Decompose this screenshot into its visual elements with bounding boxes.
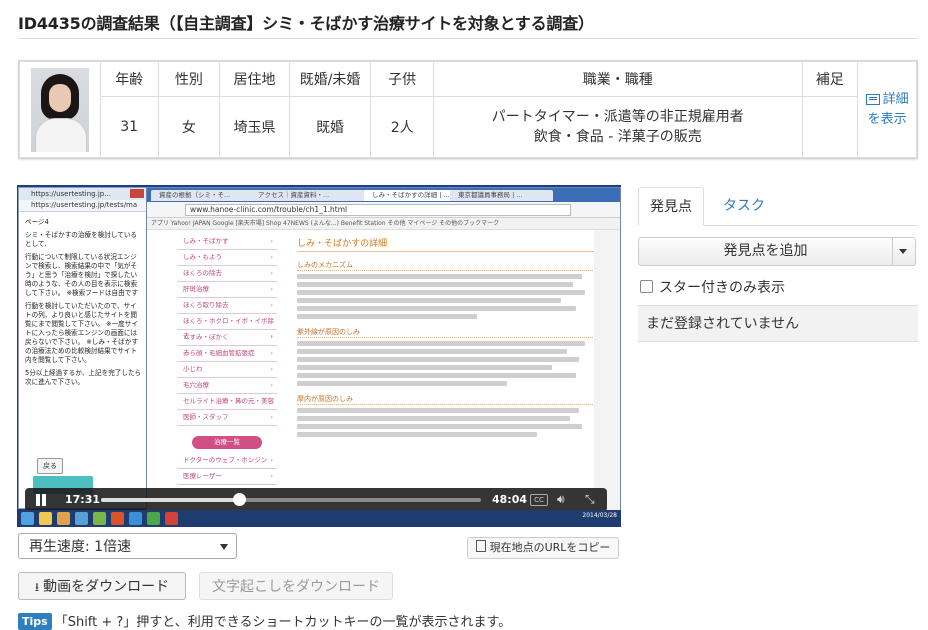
profile-age: 31 <box>99 96 159 158</box>
tips-line: Tips 「Shift + ?」押すと、利用できるショートカットキーの一覧が表示さ… <box>18 611 511 630</box>
recorded-taskbar: 2014/03/28 <box>17 510 621 527</box>
captions-button[interactable]: CC <box>530 494 548 506</box>
avatar <box>30 67 89 152</box>
copy-icon <box>475 540 486 552</box>
header-note: 補足 <box>801 61 859 97</box>
tips-badge: Tips <box>18 613 52 630</box>
starred-only-checkbox[interactable]: スター付きのみ表示 <box>640 277 785 297</box>
tester-profile: 年齢 性別 居住地 既婚/未婚 子供 職業・職種 補足 詳細 を表示 31 女 … <box>18 60 918 159</box>
profile-residence: 埼玉県 <box>219 96 290 158</box>
tab-findings[interactable]: 発見点 <box>638 187 704 226</box>
download-video-button[interactable]: ⭳ 動画をダウンロード <box>18 572 186 600</box>
video-player[interactable]: https://usertesting.jp... https://userte… <box>17 185 621 527</box>
tab-tasks[interactable]: タスク <box>718 187 770 225</box>
copy-url-button[interactable]: 現在地点のURLをコピー <box>467 537 619 559</box>
volume-icon[interactable]: 🔊︎ <box>557 492 565 507</box>
download-transcript-button[interactable]: 文字起こしをダウンロード <box>199 572 393 600</box>
list-icon <box>865 93 880 105</box>
page-title: ID4435の調査結果（【自主調査】シミ・そばかす治療サイトを対象とする調査） <box>18 14 594 33</box>
add-finding-button[interactable]: 発見点を追加 <box>638 237 916 266</box>
profile-marital: 既婚 <box>288 96 372 158</box>
header-age: 年齢 <box>99 61 159 97</box>
header-job: 職業・職種 <box>432 61 803 97</box>
header-children: 子供 <box>370 61 434 97</box>
playback-speed-select[interactable]: 再生速度: 1倍速 <box>18 533 237 559</box>
show-detail-link[interactable]: 詳細 を表示 <box>858 90 916 130</box>
pause-button[interactable] <box>35 494 47 506</box>
recorded-task-window: https://usertesting.jp... https://userte… <box>18 187 147 509</box>
seek-progress <box>101 498 240 502</box>
video-controls: 17:31 48:04 CC 🔊︎ ⤡ <box>25 488 607 512</box>
panel-tabs: 発見点 タスク <box>638 187 918 226</box>
download-icon: ⭳ <box>34 580 40 594</box>
duration: 48:04 <box>492 493 528 506</box>
header-gender: 性別 <box>157 61 221 97</box>
job-detail: 飲食・食品 - 洋菓子の販売 <box>533 129 702 145</box>
header-residence: 居住地 <box>219 61 290 97</box>
chevron-down-icon[interactable] <box>899 249 907 254</box>
detail-cell: 詳細 を表示 <box>857 61 917 158</box>
job-type: パートタイマー・派遣等の非正規雇用者 <box>491 109 744 125</box>
seek-handle[interactable] <box>233 493 247 506</box>
profile-job: パートタイマー・派遣等の非正規雇用者 飲食・食品 - 洋菓子の販売 <box>432 96 803 158</box>
fullscreen-icon[interactable]: ⤡ <box>585 492 595 507</box>
seek-bar[interactable] <box>101 493 481 506</box>
empty-findings-message: まだ登録されていません <box>638 306 918 342</box>
header-marital: 既婚/未婚 <box>288 61 372 97</box>
current-time: 17:31 <box>65 493 101 506</box>
avatar-cell <box>19 61 101 158</box>
tips-text: 「Shift + ?」押すと、利用できるショートカットキーの一覧が表示されます。 <box>54 615 512 630</box>
checkbox-icon[interactable] <box>640 280 653 293</box>
profile-gender: 女 <box>157 96 221 158</box>
recorded-browser-window: 資産の根拠（シミ・そ... アクセス｜資産資料・... しみ・そばかすの詳細 |… <box>146 187 621 511</box>
profile-note <box>801 96 859 158</box>
title-divider <box>18 38 918 39</box>
profile-children: 2人 <box>370 96 434 158</box>
